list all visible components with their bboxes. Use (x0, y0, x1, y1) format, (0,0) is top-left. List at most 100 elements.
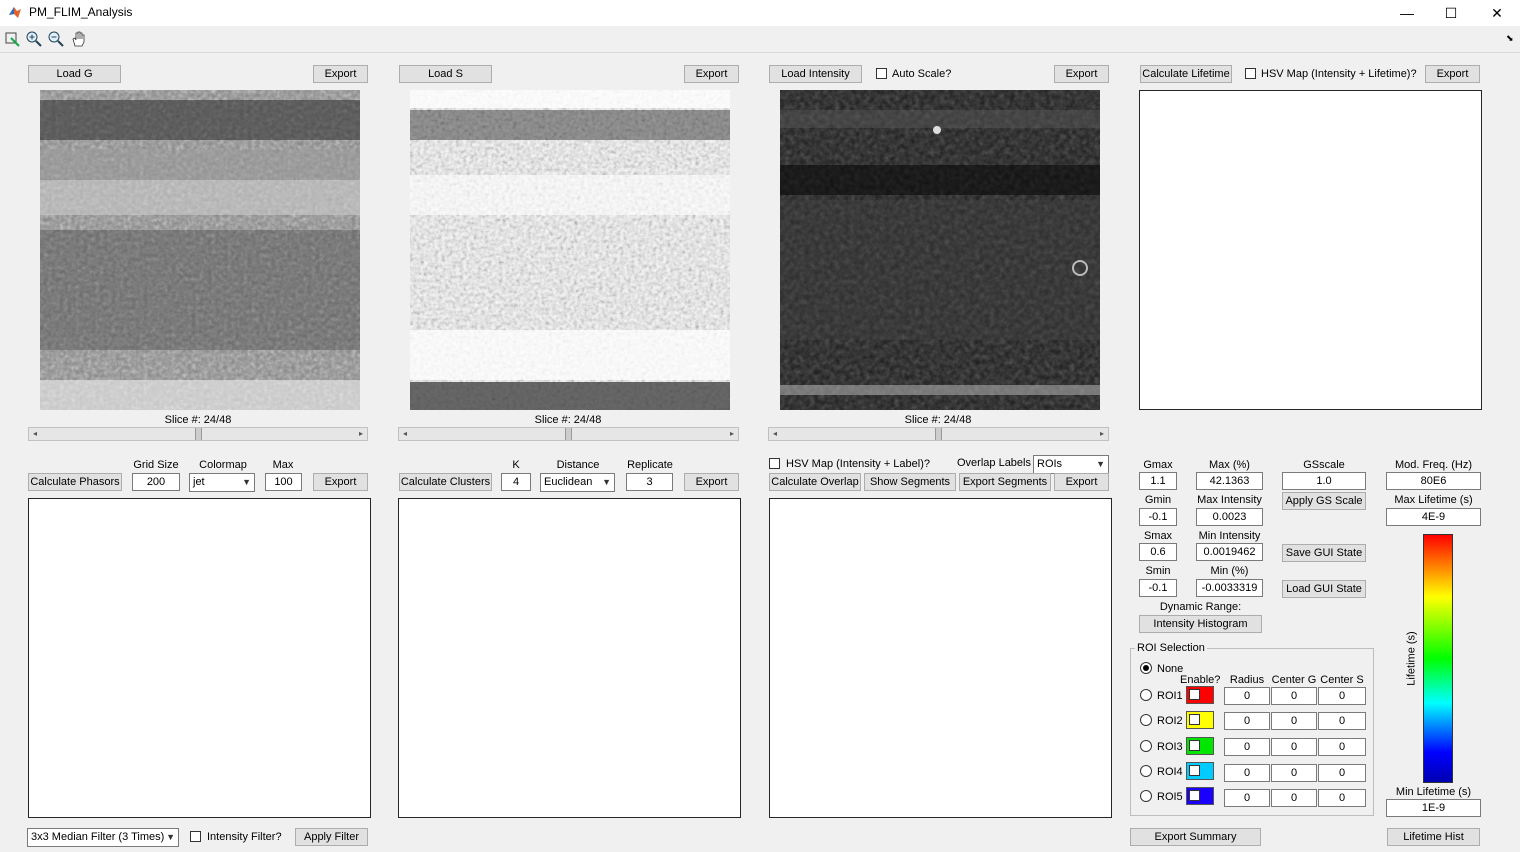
load-g-button[interactable]: Load G (28, 65, 121, 83)
toolbar-overflow-icon[interactable]: ⬊ (1506, 33, 1514, 44)
load-s-button[interactable]: Load S (399, 65, 492, 83)
lifetime-axes[interactable] (1139, 90, 1482, 410)
distance-select[interactable]: Euclidean ▼ (540, 473, 615, 492)
clusters-axes[interactable] (398, 498, 741, 818)
intensity-histogram-button[interactable]: Intensity Histogram (1139, 615, 1262, 633)
slider-right-arrow-icon[interactable]: ▸ (355, 428, 367, 440)
export-overlay-button[interactable]: Export (1054, 473, 1109, 491)
smax-field[interactable]: 0.6 (1139, 543, 1177, 561)
roi3-color-swatch[interactable] (1186, 737, 1214, 755)
calculate-overlap-button[interactable]: Calculate Overlap (769, 473, 861, 491)
replicate-field[interactable]: 3 (626, 473, 673, 491)
load-intensity-button[interactable]: Load Intensity (769, 65, 862, 83)
min-pct-field[interactable]: -0.0033319 (1196, 579, 1263, 597)
export-clusters-button[interactable]: Export (684, 473, 739, 491)
roi4-center-s-field[interactable]: 0 (1318, 764, 1366, 782)
roi3-radio[interactable] (1140, 740, 1152, 752)
maximize-button[interactable]: ☐ (1428, 0, 1474, 26)
slider-left-arrow-icon[interactable]: ◂ (399, 428, 411, 440)
export-phasor-button[interactable]: Export (313, 473, 368, 491)
roi2-radio[interactable] (1140, 714, 1152, 726)
roi1-radio[interactable] (1140, 689, 1152, 701)
export-lifetime-button[interactable]: Export (1425, 65, 1480, 83)
gmax-field[interactable]: 1.1 (1139, 472, 1177, 490)
roi4-enable-checkbox[interactable] (1189, 765, 1200, 776)
export-summary-button[interactable]: Export Summary (1130, 828, 1261, 846)
intensity-slice-slider[interactable]: ◂ ▸ (768, 427, 1109, 441)
export-intensity-button[interactable]: Export (1054, 65, 1109, 83)
max-field[interactable]: 100 (265, 473, 302, 491)
zoom-out-icon[interactable] (47, 30, 65, 48)
colormap-select[interactable]: jet ▼ (189, 473, 255, 492)
calculate-clusters-button[interactable]: Calculate Clusters (399, 473, 492, 491)
intensity-filter-checkbox[interactable] (190, 831, 201, 842)
slider-left-arrow-icon[interactable]: ◂ (769, 428, 781, 440)
s-image[interactable] (410, 90, 730, 410)
max-intensity-field[interactable]: 0.0023 (1196, 508, 1263, 526)
filter-select[interactable]: 3x3 Median Filter (3 Times) ▼ (27, 828, 179, 847)
phasor-axes[interactable] (28, 498, 371, 818)
smin-field[interactable]: -0.1 (1139, 579, 1177, 597)
slider-thumb[interactable] (935, 428, 942, 440)
roi2-radius-field[interactable]: 0 (1224, 712, 1270, 730)
gsscale-field[interactable]: 1.0 (1282, 472, 1366, 490)
roi2-color-swatch[interactable] (1186, 711, 1214, 729)
roi5-center-g-field[interactable]: 0 (1271, 789, 1317, 807)
max-pct-field[interactable]: 42.1363 (1196, 472, 1263, 490)
show-segments-button[interactable]: Show Segments (864, 473, 956, 491)
grid-size-field[interactable]: 200 (132, 473, 180, 491)
roi5-color-swatch[interactable] (1186, 787, 1214, 805)
overlay-axes[interactable] (769, 498, 1112, 818)
roi3-center-g-field[interactable]: 0 (1271, 738, 1317, 756)
roi1-center-g-field[interactable]: 0 (1271, 687, 1317, 705)
g-slice-slider[interactable]: ◂ ▸ (28, 427, 368, 441)
slider-right-arrow-icon[interactable]: ▸ (1096, 428, 1108, 440)
roi5-enable-checkbox[interactable] (1189, 790, 1200, 801)
roi1-enable-checkbox[interactable] (1189, 689, 1200, 700)
k-field[interactable]: 4 (501, 473, 531, 491)
slider-left-arrow-icon[interactable]: ◂ (29, 428, 41, 440)
minimize-button[interactable]: — (1384, 0, 1430, 26)
calculate-phasors-button[interactable]: Calculate Phasors (28, 473, 122, 491)
apply-gs-scale-button[interactable]: Apply GS Scale (1282, 492, 1366, 510)
min-lifetime-field[interactable]: 1E-9 (1386, 799, 1481, 817)
export-g-button[interactable]: Export (313, 65, 368, 83)
close-button[interactable]: ✕ (1474, 0, 1520, 26)
roi4-center-g-field[interactable]: 0 (1271, 764, 1317, 782)
roi5-center-s-field[interactable]: 0 (1318, 789, 1366, 807)
roi4-radius-field[interactable]: 0 (1224, 764, 1270, 782)
roi2-center-g-field[interactable]: 0 (1271, 712, 1317, 730)
g-image[interactable] (40, 90, 360, 410)
hsv-lifetime-checkbox[interactable] (1245, 68, 1256, 79)
lifetime-hist-button[interactable]: Lifetime Hist (1387, 828, 1480, 846)
s-slice-slider[interactable]: ◂ ▸ (398, 427, 739, 441)
zoom-in-icon[interactable] (25, 30, 43, 48)
max-lifetime-field[interactable]: 4E-9 (1386, 508, 1481, 526)
roi4-color-swatch[interactable] (1186, 762, 1214, 780)
gmin-field[interactable]: -0.1 (1139, 508, 1177, 526)
apply-filter-button[interactable]: Apply Filter (295, 828, 368, 846)
roi-none-radio[interactable] (1140, 662, 1152, 674)
load-gui-state-button[interactable]: Load GUI State (1282, 580, 1366, 598)
slider-thumb[interactable] (194, 428, 202, 440)
roi2-center-s-field[interactable]: 0 (1318, 712, 1366, 730)
roi5-radio[interactable] (1140, 790, 1152, 802)
roi3-enable-checkbox[interactable] (1189, 740, 1200, 751)
roi1-color-swatch[interactable] (1186, 686, 1214, 704)
export-s-button[interactable]: Export (684, 65, 739, 83)
roi1-radius-field[interactable]: 0 (1224, 687, 1270, 705)
intensity-image[interactable] (780, 90, 1100, 410)
data-cursor-icon[interactable] (3, 30, 21, 48)
roi2-enable-checkbox[interactable] (1189, 714, 1200, 725)
overlap-labels-select[interactable]: ROIs ▼ (1033, 455, 1109, 474)
slider-right-arrow-icon[interactable]: ▸ (726, 428, 738, 440)
min-intensity-field[interactable]: 0.0019462 (1196, 543, 1263, 561)
mod-freq-field[interactable]: 80E6 (1386, 472, 1481, 490)
roi1-center-s-field[interactable]: 0 (1318, 687, 1366, 705)
roi5-radius-field[interactable]: 0 (1224, 789, 1270, 807)
export-segments-button[interactable]: Export Segments (959, 473, 1051, 491)
calculate-lifetime-button[interactable]: Calculate Lifetime (1140, 65, 1232, 83)
roi3-center-s-field[interactable]: 0 (1318, 738, 1366, 756)
slider-thumb[interactable] (565, 428, 572, 440)
save-gui-state-button[interactable]: Save GUI State (1282, 544, 1366, 562)
